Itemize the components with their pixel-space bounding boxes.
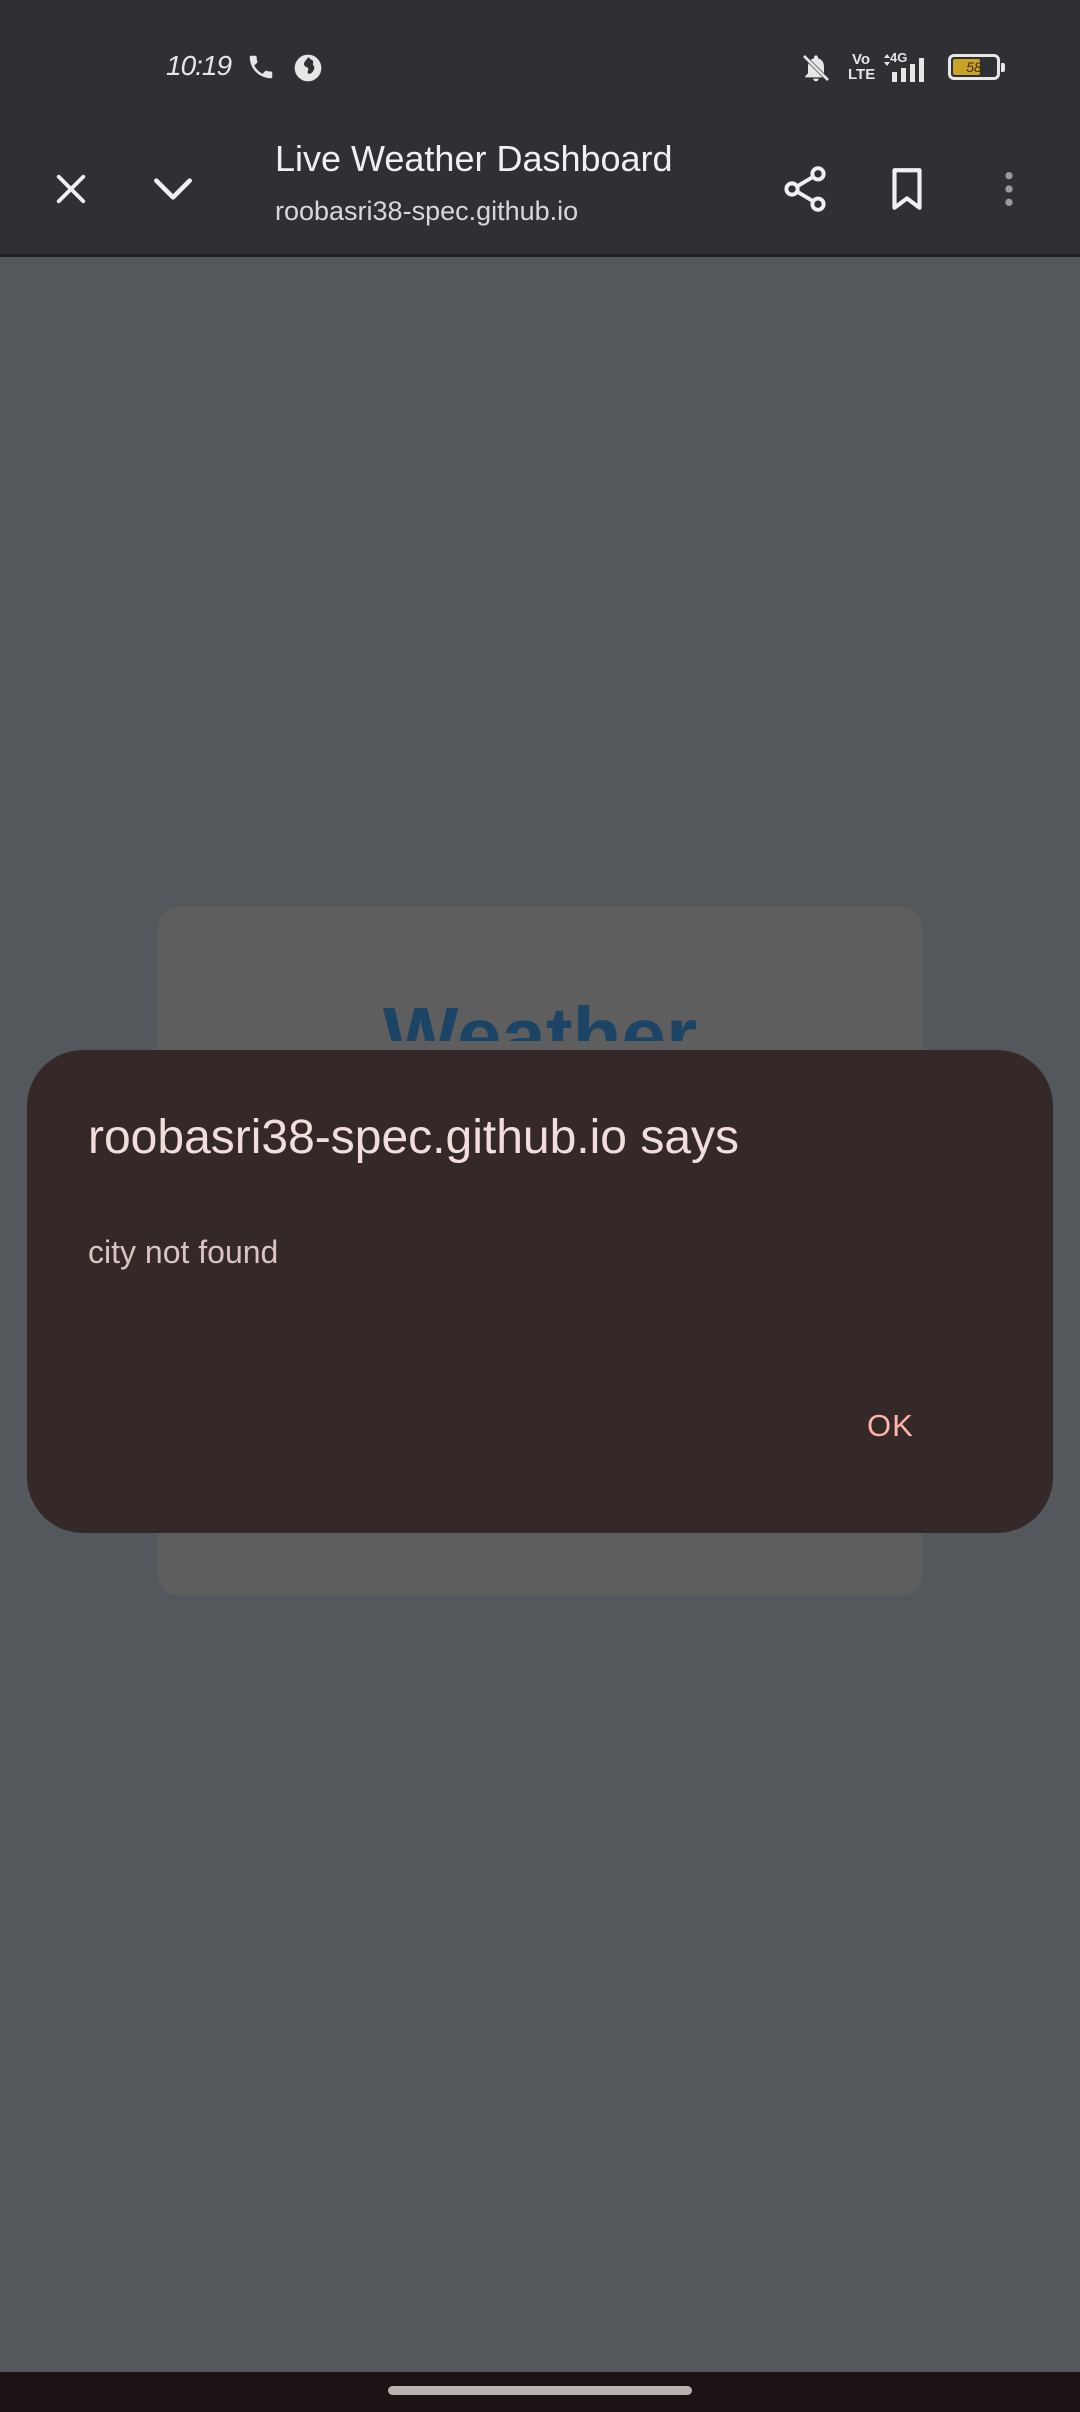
svg-text:4G: 4G [890,50,907,65]
volte-label: Vo LTE [848,51,876,83]
bookmark-icon [882,164,932,219]
page-title: Live Weather Dashboard [275,138,673,179]
battery-level: 58 [966,59,982,75]
signal-icon: 4G [882,50,936,89]
status-time: 10:19 [166,50,232,81]
globe-icon [292,52,324,89]
close-tab-button[interactable] [26,128,116,254]
page-url[interactable]: roobasri38-spec.github.io [275,196,578,227]
status-bar: 10:19 Vo LTE 4G 58 [0,0,1080,128]
card-heading: Weather [382,991,698,1041]
navigation-bar [0,2372,1080,2412]
close-icon [50,168,92,215]
dialog-message: city not found [88,1234,279,1270]
chevron-down-icon [148,164,198,219]
dialog-title: roobasri38-spec.github.io says [88,1111,740,1164]
alert-dialog: roobasri38-spec.github.io says city not … [27,1050,1053,1533]
battery-icon: 58 [948,54,1005,80]
home-gesture-handle[interactable] [388,2386,692,2395]
minimize-tab-button[interactable] [128,128,218,254]
bell-off-icon [800,52,832,89]
volte-icon: Vo LTE [848,51,876,83]
share-button[interactable] [760,128,850,254]
ok-button[interactable]: OK [853,1402,928,1450]
share-icon [779,163,831,220]
phone-icon [246,52,276,87]
bookmark-button[interactable] [862,128,952,254]
more-vert-icon [989,167,1029,216]
more-options-button[interactable] [964,128,1054,254]
